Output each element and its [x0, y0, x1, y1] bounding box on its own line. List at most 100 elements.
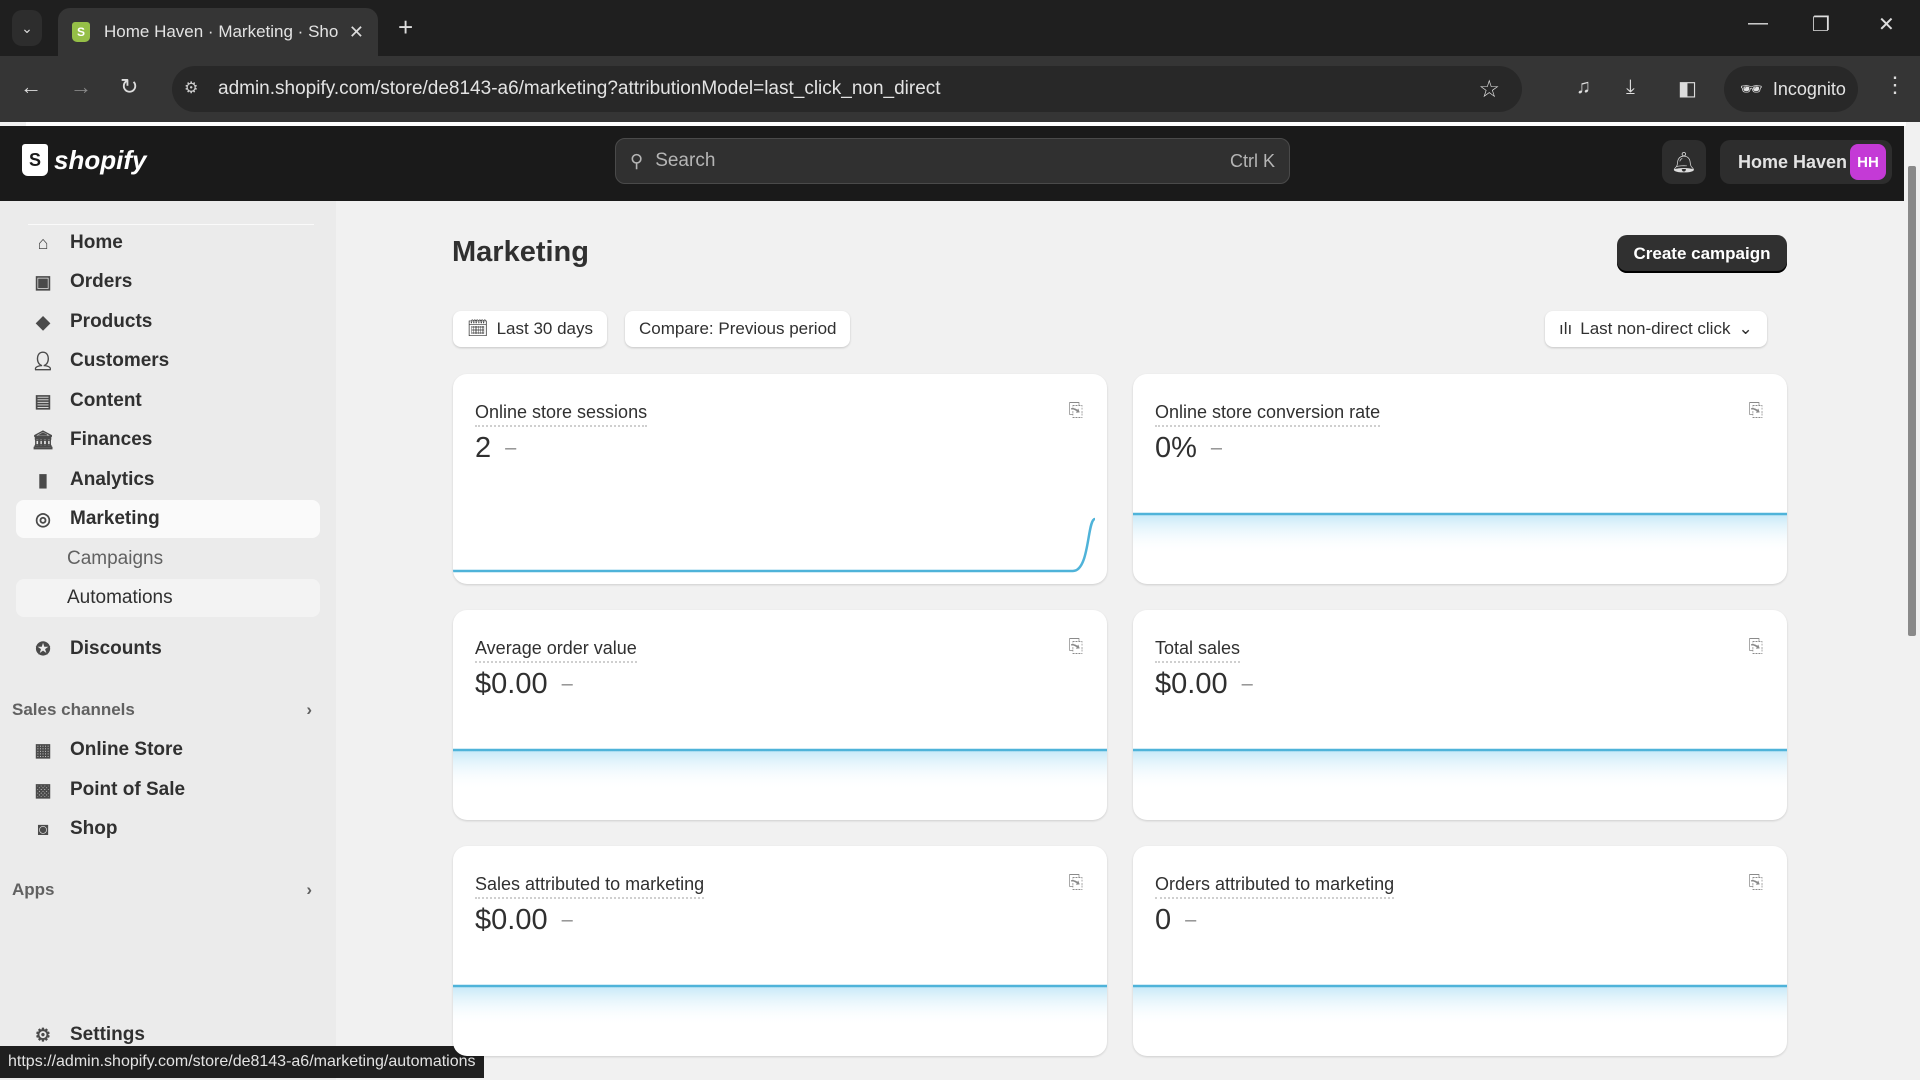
sparkline-area: [1133, 986, 1787, 1026]
metric-title[interactable]: Orders attributed to marketing: [1155, 874, 1395, 899]
sidebar-item-orders[interactable]: ▣ Orders: [16, 263, 320, 301]
explore-report-icon[interactable]: ⎘: [1069, 872, 1083, 893]
date-range-label: Last 30 days: [496, 319, 593, 338]
calendar-icon: 🗓︎: [467, 319, 489, 338]
metric-change: –: [1185, 909, 1197, 931]
search-placeholder: Search: [655, 150, 716, 171]
minimize-icon[interactable]: —: [1748, 12, 1768, 35]
tab-search-button[interactable]: ⌄: [12, 10, 42, 46]
bar-chart-icon: ▮: [38, 469, 48, 490]
forward-icon[interactable]: →: [70, 74, 92, 100]
sidebar-item-label: Products: [70, 311, 153, 332]
store-icon: ▦: [34, 739, 52, 760]
metric-change: –: [1210, 437, 1223, 459]
section-label: Sales channels: [12, 700, 135, 719]
url-text: admin.shopify.com/store/de8143-a6/market…: [218, 78, 941, 99]
sidebar-item-label: Shop: [70, 818, 118, 839]
search-icon: ⚲: [630, 150, 644, 171]
media-control-icon[interactable]: ♫: [1576, 76, 1591, 99]
sales-channels-header[interactable]: Sales channels ›: [12, 700, 312, 720]
sidebar-item-products[interactable]: ◆ Products: [16, 303, 320, 341]
person-icon: 👤︎: [31, 350, 55, 371]
metric-title[interactable]: Sales attributed to marketing: [475, 874, 705, 899]
attribution-model-select[interactable]: ılı Last non-direct click ⌄: [1545, 311, 1767, 347]
scrollbar-thumb[interactable]: [1908, 166, 1916, 636]
date-range-button[interactable]: 🗓︎ Last 30 days: [453, 311, 607, 347]
download-icon[interactable]: ⤓: [1626, 76, 1635, 99]
close-tab-icon[interactable]: ✕: [349, 22, 364, 43]
metric-title[interactable]: Total sales: [1155, 638, 1241, 663]
side-panel-icon[interactable]: ◧: [1678, 76, 1697, 101]
sidebar-item-label: Campaigns: [67, 548, 164, 569]
sidebar-item-shop[interactable]: ◙ Shop: [16, 810, 320, 848]
address-bar[interactable]: ⚙ admin.shopify.com/store/de8143-a6/mark…: [172, 66, 1522, 112]
admin-top-bar: S shopify ⚲ Search Ctrl K 🔔︎ Home Haven …: [0, 126, 1904, 201]
metric-title[interactable]: Online store conversion rate: [1155, 402, 1381, 427]
browser-menu-icon[interactable]: ⋮: [1884, 72, 1906, 98]
bookmark-star-icon[interactable]: ☆: [1478, 75, 1500, 104]
shopify-logo[interactable]: S shopify: [22, 144, 146, 176]
sparkline-area: [1133, 514, 1787, 554]
explore-report-icon[interactable]: ⎘: [1749, 872, 1763, 893]
sidebar-item-online-store[interactable]: ▦ Online Store: [16, 731, 320, 769]
sparkline-chart: [453, 984, 1107, 1026]
compare-button[interactable]: Compare: Previous period: [625, 311, 851, 347]
metric-value: $0.00: [475, 668, 548, 700]
browser-tab[interactable]: S Home Haven · Marketing · Shop ✕: [58, 8, 378, 56]
search-input[interactable]: ⚲ Search Ctrl K: [615, 138, 1290, 184]
sidebar-item-label: Settings: [70, 1024, 145, 1045]
restore-icon[interactable]: ❐: [1812, 12, 1830, 37]
explore-report-icon[interactable]: ⎘: [1749, 636, 1763, 657]
metric-card[interactable]: Online store conversion rate 0% – ⎘: [1133, 374, 1787, 584]
metric-value-row: 2–: [475, 432, 516, 465]
site-info-icon[interactable]: ⚙: [184, 78, 206, 100]
apps-header[interactable]: Apps ›: [12, 880, 312, 900]
sidebar-item-label: Content: [70, 390, 142, 411]
incognito-badge[interactable]: 🕶 Incognito: [1724, 66, 1858, 112]
image-icon: ▤: [34, 390, 52, 411]
sidebar-item-home[interactable]: ⌂ Home: [16, 224, 320, 262]
chevron-right-icon: ›: [306, 880, 312, 899]
notifications-button[interactable]: 🔔︎: [1662, 140, 1706, 184]
sidebar-item-label: Discounts: [70, 638, 162, 659]
sidebar-item-point-of-sale[interactable]: ▩ Point of Sale: [16, 771, 320, 809]
tag-icon: ◆: [36, 311, 50, 332]
explore-report-icon[interactable]: ⎘: [1069, 636, 1083, 657]
sparkline-chart: [453, 517, 1097, 573]
metric-card[interactable]: Total sales $0.00– ⎘: [1133, 610, 1787, 820]
metric-value-row: $0.00–: [475, 668, 573, 701]
sidebar-item-campaigns[interactable]: Campaigns: [16, 540, 320, 578]
metric-change: –: [1241, 673, 1253, 695]
new-tab-button[interactable]: +: [398, 12, 413, 43]
metric-card[interactable]: Orders attributed to marketing 0– ⎘: [1133, 846, 1787, 1056]
sidebar-item-discounts[interactable]: ✪ Discounts: [16, 630, 320, 668]
explore-report-icon[interactable]: ⎘: [1749, 400, 1763, 421]
store-menu-button[interactable]: Home Haven HH: [1720, 140, 1892, 184]
page-scrollbar[interactable]: [1904, 126, 1920, 1080]
sidebar-item-finances[interactable]: 🏛︎ Finances: [16, 421, 320, 459]
sparkline-series: [453, 517, 1097, 573]
metric-card[interactable]: Online store sessions 2– ⎘: [453, 374, 1107, 584]
section-label: Apps: [12, 880, 55, 899]
sidebar-item-automations[interactable]: Automations: [16, 579, 320, 617]
metric-card[interactable]: Average order value $0.00– ⎘: [453, 610, 1107, 820]
avatar: HH: [1850, 144, 1886, 180]
create-campaign-button[interactable]: Create campaign: [1617, 235, 1787, 273]
shop-icon: ◙: [37, 818, 49, 839]
pos-icon: ▩: [34, 779, 52, 800]
close-window-icon[interactable]: ✕: [1878, 12, 1895, 37]
reload-icon[interactable]: ↻: [120, 74, 138, 100]
metric-card[interactable]: Sales attributed to marketing $0.00– ⎘: [453, 846, 1107, 1056]
sparkline-chart: [453, 748, 1107, 790]
sidebar-item-content[interactable]: ▤ Content: [16, 382, 320, 420]
sidebar-item-analytics[interactable]: ▮ Analytics: [16, 461, 320, 499]
gear-icon: ⚙: [34, 1024, 52, 1045]
compare-label: Compare: Previous period: [639, 319, 837, 338]
sidebar-item-marketing[interactable]: ◎ Marketing: [16, 500, 320, 538]
metric-title[interactable]: Online store sessions: [475, 402, 648, 427]
back-icon[interactable]: ←: [20, 74, 42, 100]
link-status-bar: https://admin.shopify.com/store/de8143-a…: [0, 1046, 484, 1078]
sidebar-item-customers[interactable]: 👤︎ Customers: [16, 342, 320, 380]
metric-title[interactable]: Average order value: [475, 638, 637, 663]
explore-report-icon[interactable]: ⎘: [1069, 400, 1083, 421]
